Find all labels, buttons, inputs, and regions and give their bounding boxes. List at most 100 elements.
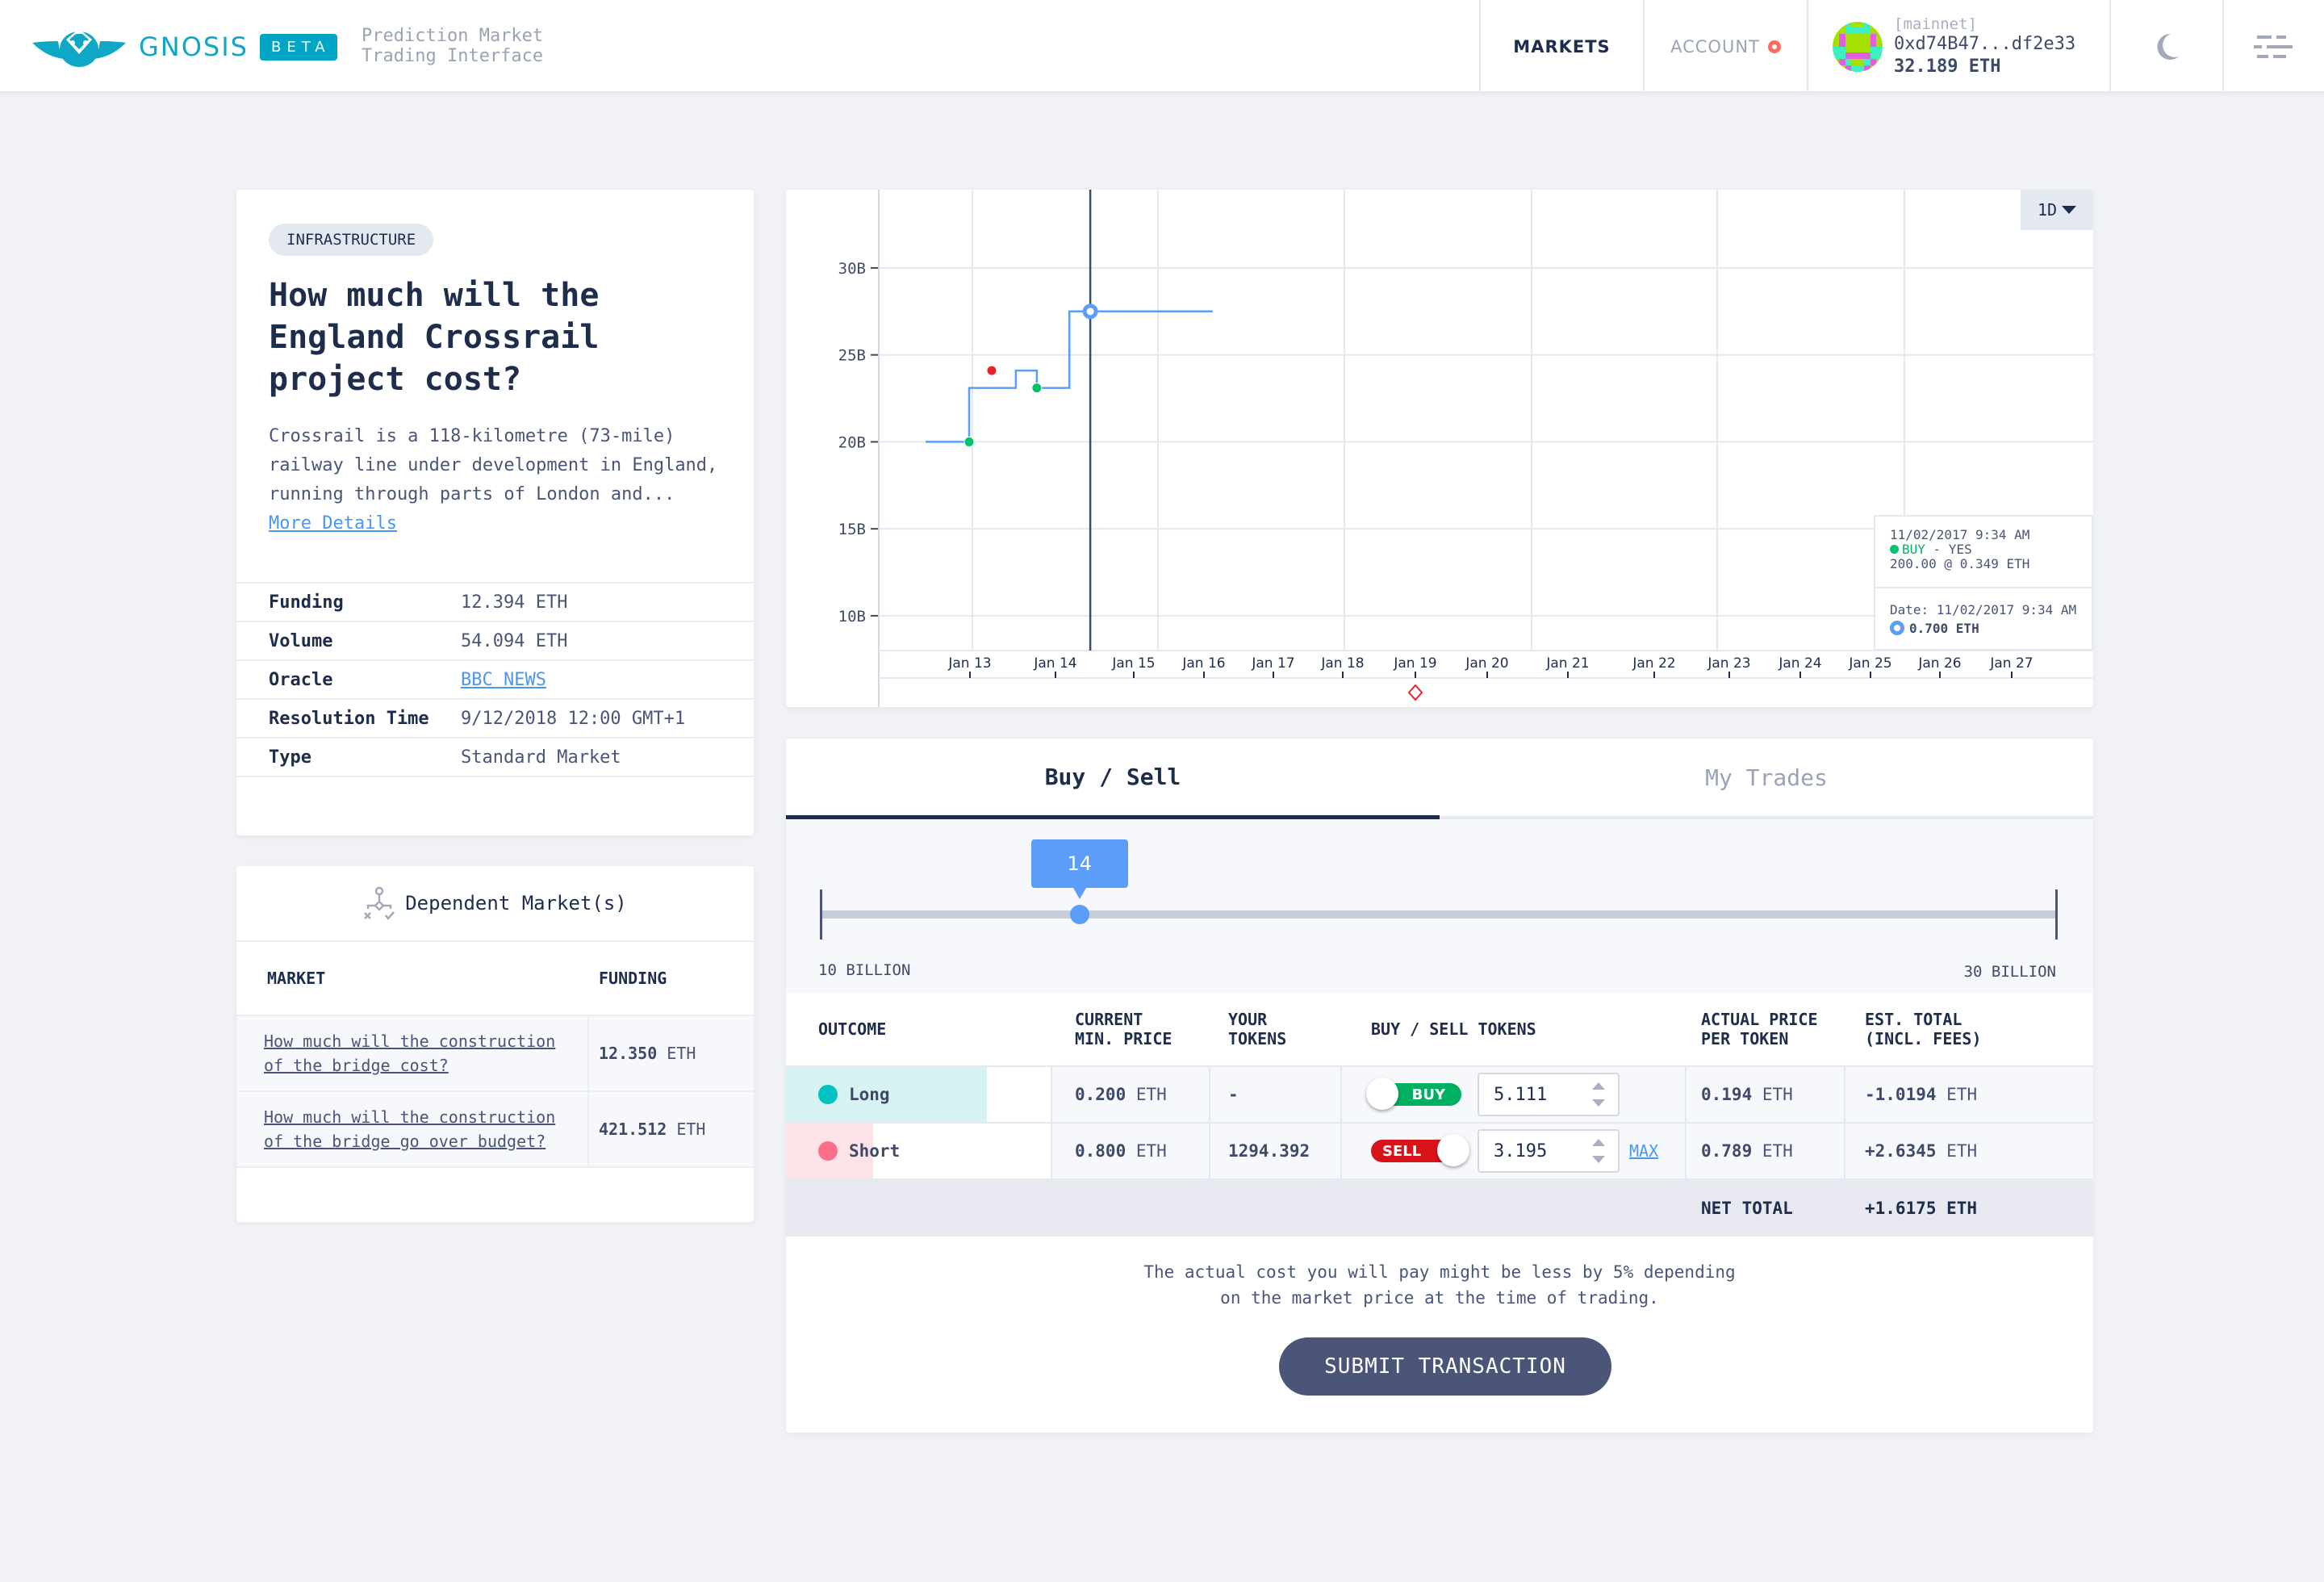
dependent-funding: 421.512 ETH bbox=[589, 1092, 705, 1166]
wallet-balance: 32.189 ETH bbox=[1894, 56, 2001, 77]
tooltip-price-date: Date: 11/02/2017 9:34 AM bbox=[1890, 602, 2077, 617]
avatar-pixel bbox=[1833, 27, 1839, 34]
trade-tooltip: 11/02/2017 9:34 AM BUY - YES 200.00 @ 0.… bbox=[1874, 515, 2093, 588]
detail-label: Funding bbox=[269, 592, 344, 613]
col-est-total: EST. TOTAL (INCL. FEES) bbox=[1845, 993, 2093, 1065]
buy-sell-cell: BUY 5.111 bbox=[1342, 1067, 1687, 1122]
step-up-icon[interactable] bbox=[1592, 1139, 1605, 1146]
actual-price-cell: 0.789 ETH bbox=[1687, 1124, 1845, 1178]
net-total-row: NET TOTAL +1.6175 ETH bbox=[786, 1180, 2093, 1237]
x-tick-label: Jan 15 bbox=[1111, 655, 1155, 672]
avatar-pixel bbox=[1858, 27, 1864, 34]
outcome-trade-table: OUTCOME CURRENT MIN. PRICE YOUR TOKENS BUY… bbox=[786, 993, 2093, 1237]
nav-account[interactable]: ACCOUNT bbox=[1643, 0, 1807, 93]
token-amount-input[interactable]: 3.195 bbox=[1478, 1129, 1620, 1173]
market-description: Crossrail is a 118-kilometre (73-mile) r… bbox=[269, 422, 729, 538]
slider-track[interactable] bbox=[820, 910, 2056, 919]
price-tooltip: Date: 11/02/2017 9:34 AM 0.700 ETH bbox=[1874, 587, 2093, 651]
actual-price-cell: 0.194 ETH bbox=[1687, 1067, 1845, 1122]
avatar-pixel bbox=[1858, 52, 1864, 59]
x-tick-label: Jan 16 bbox=[1181, 655, 1225, 672]
avatar-pixel bbox=[1863, 46, 1870, 53]
tooltip-trade-detail: 200.00 @ 0.349 ETH bbox=[1890, 556, 2030, 571]
avatar-pixel bbox=[1870, 59, 1877, 65]
col-label: EST. TOTAL bbox=[1865, 1010, 1962, 1029]
detail-row-type: Type Standard Market bbox=[236, 739, 754, 777]
table-header: OUTCOME CURRENT MIN. PRICE YOUR TOKENS BUY… bbox=[786, 993, 2093, 1067]
total-value: +2.6345 bbox=[1865, 1141, 1937, 1161]
avatar-pixel bbox=[1838, 21, 1845, 28]
avatar-pixel bbox=[1851, 34, 1858, 40]
buy-sell-toggle[interactable]: SELL bbox=[1371, 1134, 1469, 1166]
step-down-icon[interactable] bbox=[1592, 1099, 1605, 1107]
buy-sell-cell: SELL 3.195 MAX bbox=[1342, 1124, 1687, 1178]
slider-handle[interactable] bbox=[1069, 905, 1089, 924]
tooltip-outcome: - YES bbox=[1925, 542, 1972, 557]
dependent-markets-header: Dependent Market(s) bbox=[236, 866, 754, 942]
oracle-link[interactable]: BBC NEWS bbox=[461, 670, 546, 690]
amount-value: 5.111 bbox=[1494, 1084, 1548, 1105]
avatar-pixel bbox=[1876, 27, 1883, 34]
avatar-pixel bbox=[1833, 46, 1839, 53]
avatar-pixel bbox=[1838, 40, 1845, 47]
slider-max-tick bbox=[2055, 889, 2058, 940]
tooltip-price-value: 0.700 ETH bbox=[1909, 621, 1979, 636]
avatar-pixel bbox=[1845, 40, 1852, 47]
toggle-knob bbox=[1366, 1078, 1398, 1110]
brand-logo[interactable]: GNOSIS BETA bbox=[32, 23, 337, 71]
nav-markets[interactable]: MARKETS bbox=[1479, 0, 1643, 93]
est-total-cell: +2.6345 ETH bbox=[1845, 1124, 2093, 1178]
your-tokens-cell: - bbox=[1210, 1067, 1342, 1122]
total-unit: ETH bbox=[1946, 1141, 1978, 1161]
dependent-market-link[interactable]: How much will the construction of the br… bbox=[236, 1016, 589, 1090]
stepper[interactable] bbox=[1592, 1139, 1605, 1163]
col-label: PER TOKEN bbox=[1701, 1029, 1789, 1048]
price-disclaimer: The actual cost you will pay might be le… bbox=[786, 1259, 2093, 1311]
theme-toggle-button[interactable] bbox=[2109, 0, 2222, 93]
funding-unit: ETH bbox=[676, 1120, 706, 1139]
step-up-icon[interactable] bbox=[1592, 1082, 1605, 1090]
detail-label: Volume bbox=[269, 630, 333, 651]
y-tick-label: 30B bbox=[838, 260, 866, 278]
dependent-markets-title: Dependent Market(s) bbox=[405, 892, 627, 914]
tooltip-trade-side: BUY - YES bbox=[1890, 542, 2077, 557]
period-label: 1D bbox=[2037, 200, 2058, 220]
total-unit: ETH bbox=[1946, 1085, 1978, 1104]
avatar-pixel bbox=[1833, 21, 1839, 28]
avatar-pixel bbox=[1870, 40, 1877, 47]
price-step-line bbox=[926, 310, 1213, 443]
col-label: MIN. PRICE bbox=[1075, 1029, 1172, 1048]
table-row: How much will the construction of the br… bbox=[236, 1016, 754, 1092]
period-dropdown[interactable]: 1D bbox=[2021, 190, 2093, 230]
submit-transaction-button[interactable]: SUBMIT TRANSACTION bbox=[1279, 1337, 1611, 1396]
x-tick-label: Jan 21 bbox=[1545, 655, 1589, 672]
token-amount-input[interactable]: 5.111 bbox=[1478, 1073, 1620, 1116]
tab-buy-sell[interactable]: Buy / Sell bbox=[786, 739, 1440, 819]
detail-value: 54.094 ETH bbox=[461, 630, 568, 651]
avatar-pixel bbox=[1845, 34, 1852, 40]
outcome-row-long: Long 0.200 ETH - BUY 5.111 0.194 ETH -1.… bbox=[786, 1067, 2093, 1124]
wallet-info[interactable]: [mainnet] 0xd74B47...df2e33 32.189 ETH bbox=[1807, 0, 2109, 93]
avatar-pixel bbox=[1858, 59, 1864, 65]
price-chart-card: 30B 25B 20B 15B 10B Jan 13 Jan 14 Jan 15 Jan 16 J… bbox=[786, 190, 2093, 707]
category-tag[interactable]: INFRASTRUCTURE bbox=[269, 224, 434, 256]
x-tick-label: Jan 26 bbox=[1917, 655, 1961, 672]
tab-my-trades[interactable]: My Trades bbox=[1440, 739, 2093, 819]
price-ring-icon bbox=[1890, 621, 1904, 635]
buy-sell-toggle[interactable]: BUY bbox=[1366, 1078, 1461, 1110]
y-tick-label: 15B bbox=[838, 521, 866, 538]
buy-dot-icon bbox=[1890, 545, 1899, 554]
max-button[interactable]: MAX bbox=[1629, 1141, 1658, 1161]
current-price-cell: 0.200 ETH bbox=[1052, 1067, 1210, 1122]
your-tokens-cell: 1294.392 bbox=[1210, 1124, 1342, 1178]
detail-label: Oracle bbox=[269, 669, 333, 690]
detail-value: 9/12/2018 12:00 GMT+1 bbox=[461, 708, 686, 729]
tagline-line-2: Trading Interface bbox=[362, 46, 544, 66]
total-value: -1.0194 bbox=[1865, 1085, 1937, 1104]
dependent-market-link[interactable]: How much will the construction of the br… bbox=[236, 1092, 589, 1166]
menu-button[interactable] bbox=[2222, 0, 2324, 93]
stepper[interactable] bbox=[1592, 1082, 1605, 1107]
more-details-link[interactable]: More Details bbox=[269, 513, 397, 534]
slider-value-bubble: 14 bbox=[1030, 839, 1128, 899]
step-down-icon[interactable] bbox=[1592, 1156, 1605, 1163]
